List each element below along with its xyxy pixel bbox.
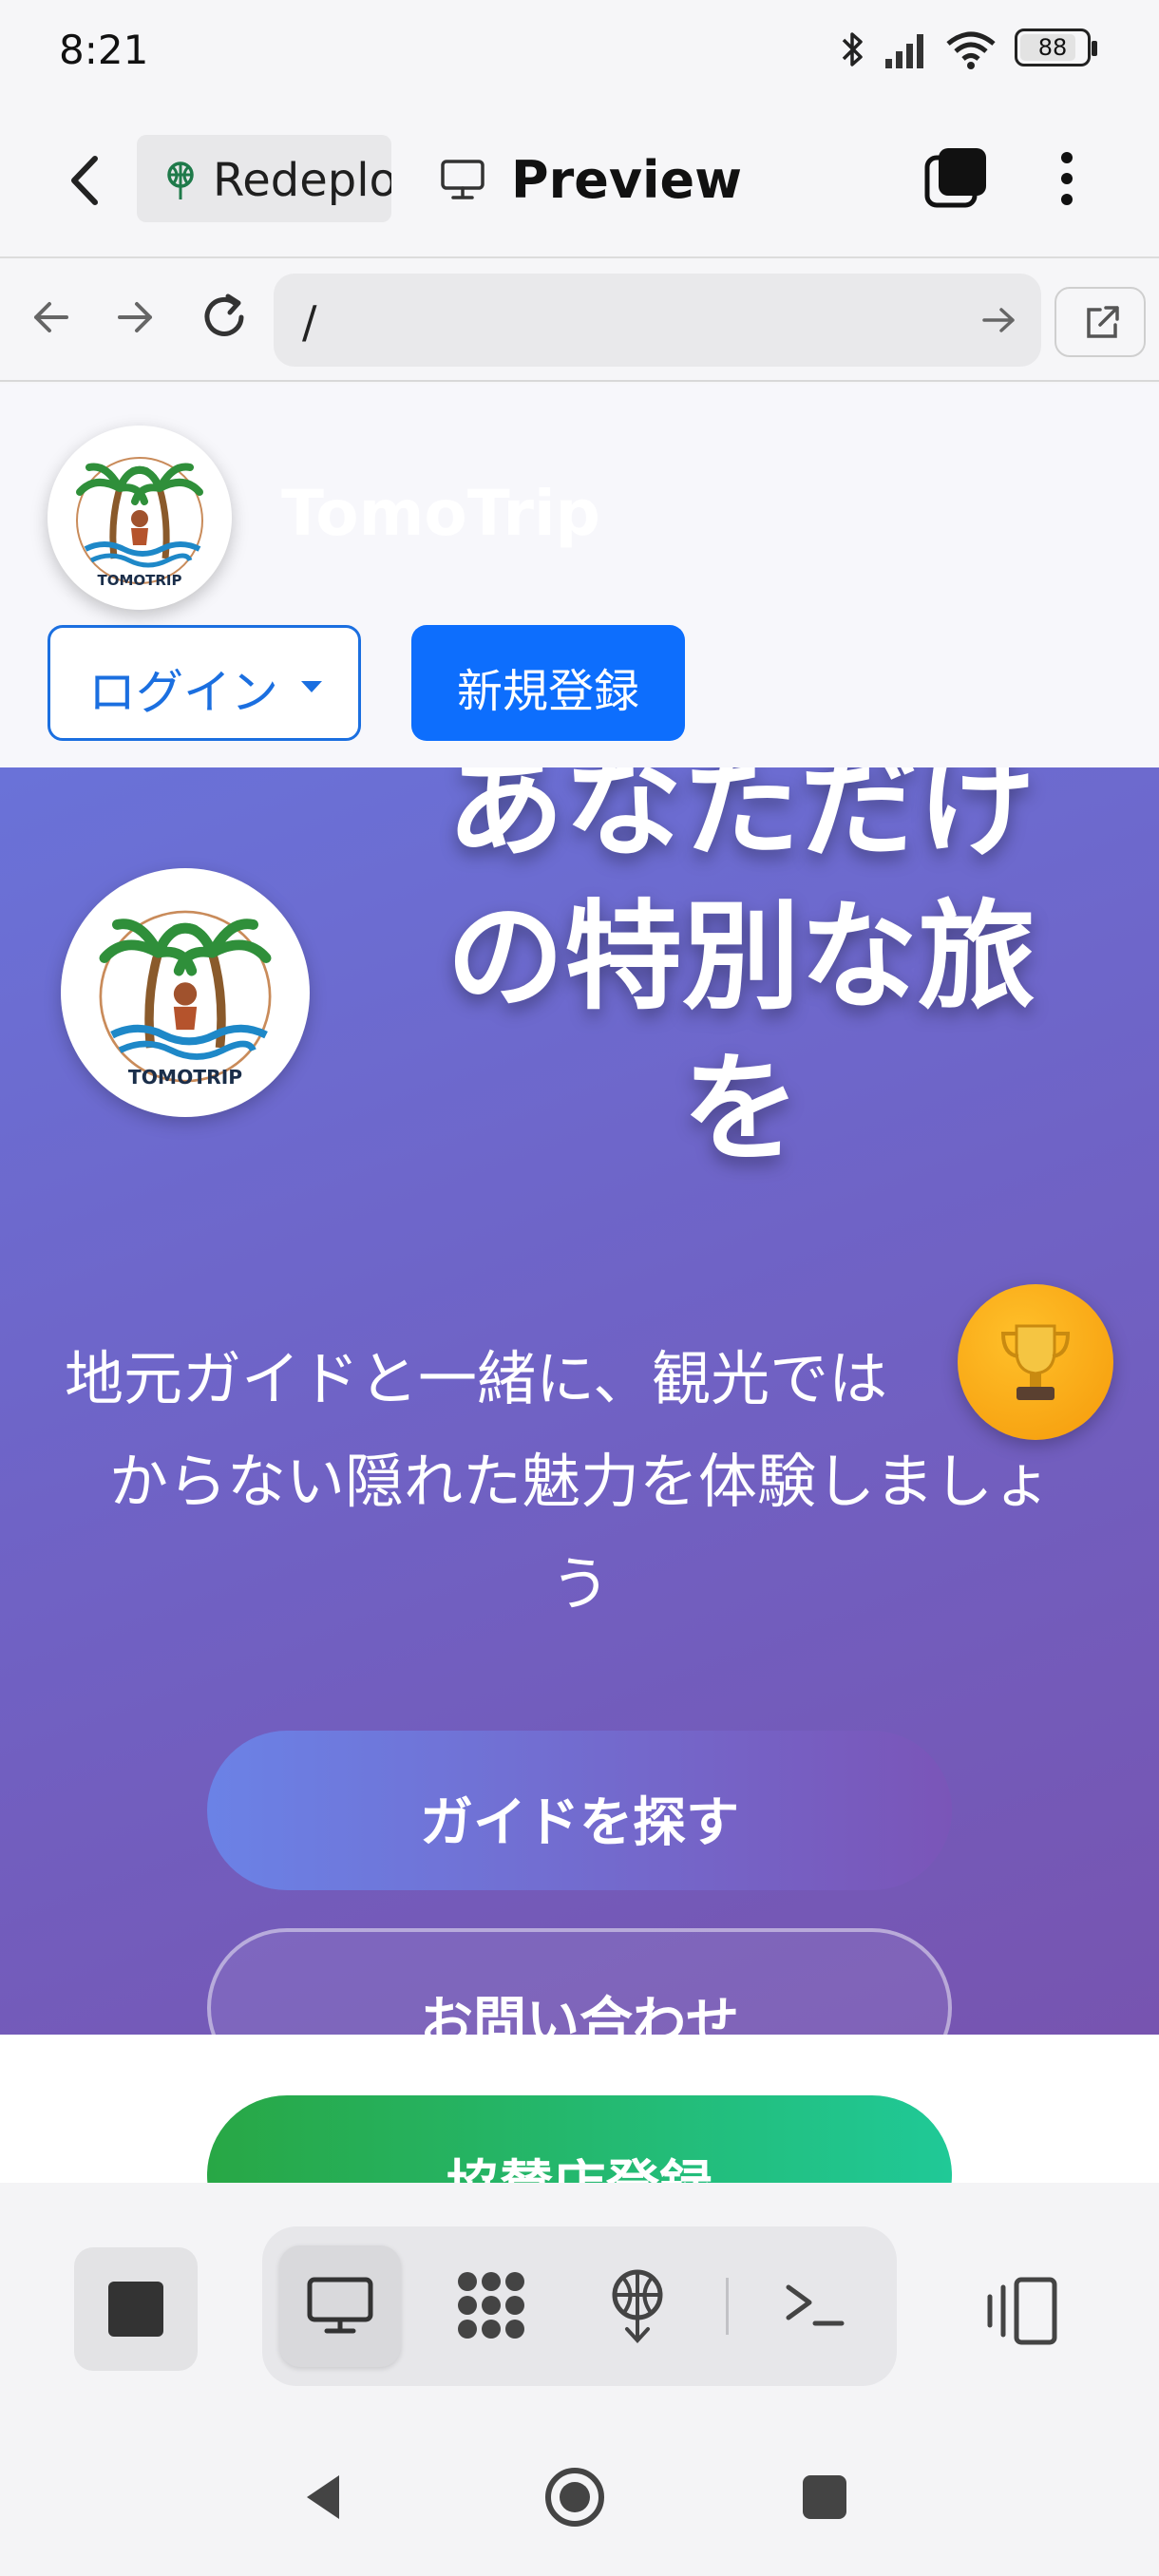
- battery-level: 88: [1037, 34, 1068, 61]
- site-header: TOMOTRIP TomoTrip ログイン 新規登録: [0, 384, 1159, 767]
- hero-subtitle-line: う: [550, 1549, 610, 1619]
- reload-icon[interactable]: [194, 287, 255, 348]
- signup-label: 新規登録: [456, 665, 639, 718]
- more-menu-icon[interactable]: [1045, 144, 1089, 213]
- tab-redeploy[interactable]: Redeplo: [137, 135, 391, 222]
- signup-button[interactable]: 新規登録: [411, 625, 685, 741]
- nav-back-icon[interactable]: [21, 287, 82, 348]
- system-recents-icon[interactable]: [791, 2464, 858, 2530]
- find-guide-button[interactable]: ガイドを探す: [207, 1731, 952, 1890]
- palm-tree-logo-icon: TOMOTRIP: [76, 457, 203, 589]
- trophy-floating-button[interactable]: [958, 1284, 1113, 1440]
- hero-subtitle-line: からない隠れた魅力を体験しましょ: [108, 1447, 1052, 1516]
- status-bar: 8:21 88: [0, 0, 1159, 104]
- workflow-icon[interactable]: [448, 2263, 534, 2348]
- divider: [726, 2278, 729, 2335]
- tool-group: [262, 2226, 897, 2386]
- tab-redeploy-label: Redeplo: [213, 154, 391, 207]
- sponsor-register-button[interactable]: 協賛店登録: [207, 2095, 952, 2183]
- app-header: Redeplo Preview: [0, 104, 1159, 258]
- palm-tree-logo-icon: TOMOTRIP: [99, 910, 272, 1089]
- monitor-icon: [441, 160, 484, 199]
- contact-button[interactable]: お問い合わせ: [207, 1928, 952, 2035]
- deploy-icon[interactable]: [595, 2263, 680, 2348]
- hero-subtitle: 地元ガイドと一緒に、観光では からない隠れた魅力を体験しましょ う: [53, 1328, 1108, 1636]
- bluetooth-icon: [842, 32, 863, 66]
- content-area: 協賛店登録: [0, 2035, 1159, 2183]
- trophy-icon: [1000, 1324, 1071, 1400]
- url-input[interactable]: /: [274, 274, 1041, 367]
- external-link-icon: [1087, 306, 1119, 338]
- stop-button[interactable]: [74, 2247, 198, 2371]
- hero-subtitle-line: 地元ガイドと一緒に、観光では: [65, 1344, 888, 1413]
- bottom-toolbar: [0, 2183, 1159, 2417]
- hero-title-line: あなただけ: [446, 767, 1036, 874]
- signal-icon: [885, 34, 923, 68]
- hero-logo: TOMOTRIP: [61, 868, 310, 1117]
- caret-down-icon: [301, 681, 322, 692]
- site-logo[interactable]: TOMOTRIP: [48, 426, 232, 610]
- hero-title-line: を: [681, 1041, 800, 1178]
- status-time: 8:21: [59, 27, 149, 73]
- sponsor-label: 協賛店登録: [207, 2143, 952, 2183]
- deploy-icon: [167, 161, 194, 199]
- hero-title: あなただけ の特別な旅 を: [380, 767, 1102, 1185]
- url-value: /: [302, 296, 317, 348]
- logo-text: TOMOTRIP: [128, 1066, 242, 1089]
- battery-icon: 88: [1015, 28, 1097, 66]
- system-navigation-bar: [0, 2411, 1159, 2576]
- system-home-icon[interactable]: [542, 2464, 608, 2530]
- contact-label: お問い合わせ: [420, 1992, 739, 2035]
- logo-text: TOMOTRIP: [97, 572, 181, 589]
- monitor-icon: [307, 2277, 373, 2334]
- open-external-button[interactable]: [1054, 287, 1146, 357]
- tabs-switcher-icon[interactable]: [922, 144, 990, 213]
- tab-preview-label: Preview: [511, 150, 743, 210]
- terminal-icon[interactable]: [771, 2263, 857, 2348]
- hero-title-line: の特別な旅: [446, 889, 1036, 1026]
- nav-forward-icon[interactable]: [104, 287, 165, 348]
- url-bar: /: [0, 260, 1159, 382]
- tool-preview-button[interactable]: [279, 2245, 401, 2367]
- site-name[interactable]: TomoTrip: [281, 477, 600, 550]
- go-arrow-icon[interactable]: [975, 296, 1022, 344]
- login-dropdown-button[interactable]: ログイン: [48, 625, 361, 741]
- back-arrow-icon[interactable]: [57, 147, 114, 214]
- side-panel-icon[interactable]: [978, 2270, 1064, 2352]
- login-label: ログイン: [88, 665, 278, 720]
- wifi-icon: [946, 31, 996, 69]
- find-guide-label: ガイドを探す: [420, 1792, 739, 1854]
- stop-icon: [108, 2282, 163, 2337]
- system-back-icon[interactable]: [290, 2464, 356, 2530]
